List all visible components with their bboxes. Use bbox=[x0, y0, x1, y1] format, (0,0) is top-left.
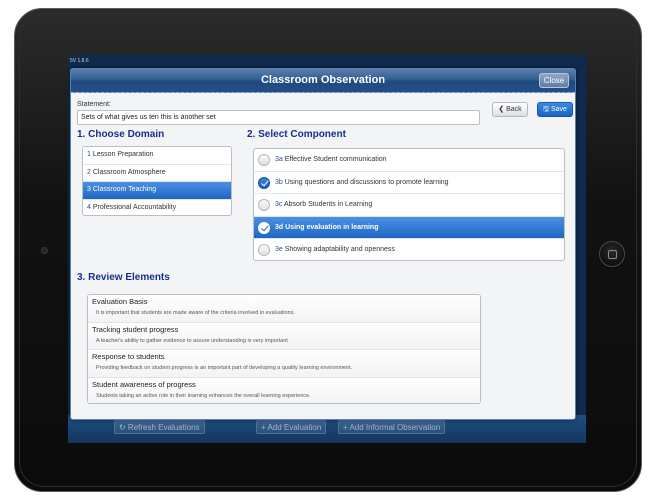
modal-header: Classroom Observation Close bbox=[71, 69, 575, 93]
checkmark-icon[interactable] bbox=[258, 176, 270, 189]
component-code: 3a bbox=[275, 156, 283, 163]
screen: 5V 1.8.6 ↻ Refresh Evaluations + Add Eva… bbox=[68, 55, 586, 443]
choose-domain-heading: 1. Choose Domain bbox=[77, 129, 165, 140]
domain-number: 3 bbox=[87, 186, 91, 193]
component-item-3d[interactable]: 3d Using evaluation in learning bbox=[254, 216, 564, 240]
domain-label: Classroom Atmosphere bbox=[92, 168, 166, 176]
statement-label: Statement: bbox=[77, 101, 111, 108]
home-square-icon bbox=[608, 250, 617, 259]
review-description: A teacher's ability to gather evidence t… bbox=[96, 337, 288, 344]
review-item-response-to-students[interactable]: Response to students Providing feedback … bbox=[88, 350, 480, 378]
add-informal-observation-button[interactable]: + Add Informal Observation bbox=[338, 420, 446, 434]
component-code: 3d bbox=[275, 223, 284, 231]
component-item-3b[interactable]: 3b Using questions and discussions to pr… bbox=[254, 172, 564, 195]
statement-input[interactable]: Sets of what gives us ten this is anothe… bbox=[77, 110, 480, 125]
component-code: 3b bbox=[275, 178, 283, 186]
refresh-evaluations-button[interactable]: ↻ Refresh Evaluations bbox=[114, 420, 205, 434]
domain-number: 4 bbox=[87, 203, 91, 211]
save-button[interactable]: 🖫 Save bbox=[537, 102, 573, 117]
domain-item-classroom-teaching[interactable]: 3 Classroom Teaching bbox=[83, 182, 231, 200]
review-title: Tracking student progress bbox=[92, 324, 179, 334]
domain-number: 2 bbox=[87, 168, 91, 176]
component-label: Absorb Students in Learning bbox=[283, 201, 373, 209]
component-label: Using evaluation in learning bbox=[285, 223, 379, 231]
select-component-heading: 2. Select Component bbox=[247, 129, 346, 140]
close-button[interactable]: Close bbox=[539, 73, 569, 88]
unchecked-circle-icon[interactable] bbox=[258, 199, 270, 212]
domain-item-classroom-atmosphere[interactable]: 2 Classroom Atmosphere bbox=[83, 165, 231, 182]
review-item-evaluation-basis[interactable]: Evaluation Basis It is important that st… bbox=[88, 295, 480, 323]
modal-title: Classroom Observation bbox=[260, 74, 386, 86]
review-description: Providing feedback on student progress i… bbox=[96, 365, 353, 371]
observation-modal: Classroom Observation Close Statement: S… bbox=[70, 68, 576, 420]
domain-label: Professional Accountability bbox=[92, 203, 177, 211]
review-item-tracking-progress[interactable]: Tracking student progress A teacher's ab… bbox=[88, 322, 480, 350]
review-description: Students taking an active role in their … bbox=[96, 392, 311, 399]
review-elements-heading: 3. Review Elements bbox=[77, 272, 170, 283]
component-item-3c[interactable]: 3c Absorb Students in Learning bbox=[254, 194, 564, 217]
component-item-3e[interactable]: 3e Showing adaptability and openness bbox=[254, 239, 564, 260]
unchecked-circle-icon[interactable] bbox=[258, 154, 270, 166]
review-title: Evaluation Basis bbox=[92, 297, 148, 306]
version-label: 5V 1.8.6 bbox=[70, 58, 89, 64]
domain-label: Classroom Teaching bbox=[92, 186, 157, 193]
component-label: Using questions and discussions to promo… bbox=[284, 178, 449, 186]
home-button[interactable] bbox=[599, 241, 625, 267]
review-description: It is important that students are made a… bbox=[96, 310, 296, 316]
domain-number: 1 bbox=[87, 151, 91, 158]
component-list: 3a Effective Student communication 3b Us… bbox=[253, 148, 565, 261]
camera-icon bbox=[41, 247, 48, 254]
review-title: Student awareness of progress bbox=[92, 379, 196, 389]
component-label: Effective Student communication bbox=[284, 156, 387, 163]
component-label: Showing adaptability and openness bbox=[284, 246, 395, 254]
checkmark-icon[interactable] bbox=[258, 221, 270, 234]
domain-item-professional-accountability[interactable]: 4 Professional Accountability bbox=[83, 200, 231, 216]
component-code: 3e bbox=[275, 246, 283, 254]
review-item-student-awareness[interactable]: Student awareness of progress Students t… bbox=[88, 377, 480, 403]
review-elements-list: Evaluation Basis It is important that st… bbox=[87, 294, 481, 404]
review-title: Response to students bbox=[92, 352, 165, 361]
component-item-3a[interactable]: 3a Effective Student communication bbox=[254, 149, 564, 172]
component-code: 3c bbox=[275, 201, 283, 209]
domain-list: 1 Lesson Preparation 2 Classroom Atmosph… bbox=[82, 146, 232, 216]
back-button[interactable]: ❮ Back bbox=[492, 102, 528, 117]
domain-label: Lesson Preparation bbox=[92, 151, 154, 158]
domain-item-lesson-preparation[interactable]: 1 Lesson Preparation bbox=[83, 147, 231, 165]
add-evaluation-button[interactable]: + Add Evaluation bbox=[256, 420, 327, 434]
unchecked-circle-icon[interactable] bbox=[258, 244, 270, 257]
